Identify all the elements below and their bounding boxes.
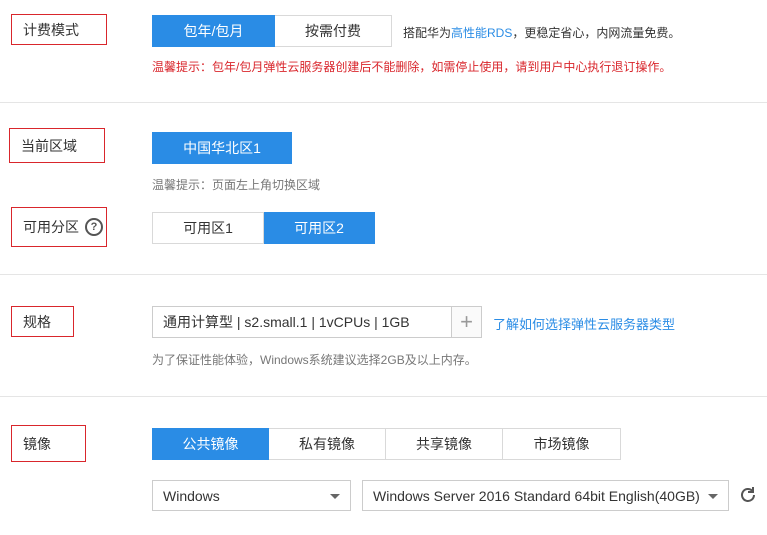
billing-note-suffix: ，更稳定省心，内网流量免费。 xyxy=(512,26,681,40)
spec-hint: 为了保证性能体验，Windows系统建议选择2GB及以上内存。 xyxy=(152,353,477,367)
zone-option-2-label: 可用区2 xyxy=(294,220,344,236)
tab-shared-image[interactable]: 共享镜像 xyxy=(386,428,503,460)
refresh-icon[interactable] xyxy=(737,484,759,506)
zone-switch: 可用区1 可用区2 xyxy=(152,212,375,244)
tab-private-image-label: 私有镜像 xyxy=(299,436,355,452)
divider-3 xyxy=(0,396,767,397)
tab-market-image[interactable]: 市场镜像 xyxy=(503,428,621,460)
billing-label: 计费模式 xyxy=(11,14,107,45)
image-label-text: 镜像 xyxy=(23,435,51,452)
tab-public-image[interactable]: 公共镜像 xyxy=(152,428,269,460)
os-select-value: Windows xyxy=(163,487,220,504)
tab-shared-image-label: 共享镜像 xyxy=(416,436,472,452)
region-switch: 中国华北区1 xyxy=(152,132,292,164)
spec-label: 规格 xyxy=(11,306,74,337)
billing-warning: 温馨提示：包年/包月弹性云服务器创建后不能删除，如需停止使用，请到用户中心执行退… xyxy=(152,60,672,74)
version-select[interactable]: Windows Server 2016 Standard 64bit Engli… xyxy=(362,480,729,511)
region-option-label: 中国华北区1 xyxy=(183,140,261,156)
zone-label-text: 可用分区 xyxy=(23,219,79,235)
zone-label: 可用分区 ? xyxy=(11,207,107,247)
plus-icon[interactable]: + xyxy=(452,306,482,338)
question-circle-icon[interactable]: ? xyxy=(85,218,103,236)
region-option[interactable]: 中国华北区1 xyxy=(152,132,292,164)
region-hint: 温馨提示：页面左上角切换区域 xyxy=(152,178,321,192)
spec-select[interactable]: 通用计算型 | s2.small.1 | 1vCPUs | 1GB xyxy=(152,306,452,338)
rds-link[interactable]: 高性能RDS xyxy=(451,26,512,40)
region-label: 当前区域 xyxy=(9,128,105,163)
billing-option-pay-per-use-label: 按需付费 xyxy=(305,23,361,39)
version-select-value: Windows Server 2016 Standard 64bit Engli… xyxy=(373,487,700,504)
zone-option-2[interactable]: 可用区2 xyxy=(264,212,375,244)
image-tabs: 公共镜像 私有镜像 共享镜像 市场镜像 xyxy=(152,428,621,460)
image-label: 镜像 xyxy=(11,425,86,462)
tab-market-image-label: 市场镜像 xyxy=(533,436,590,452)
os-select[interactable]: Windows xyxy=(152,480,351,511)
divider-2 xyxy=(0,274,767,275)
chevron-down-icon xyxy=(330,493,340,499)
billing-note: 搭配华为高性能RDS，更稳定省心，内网流量免费。 xyxy=(403,24,680,41)
region-label-text: 当前区域 xyxy=(21,137,77,154)
billing-option-prepaid[interactable]: 包年/包月 xyxy=(152,15,275,47)
spec-select-value: 通用计算型 | s2.small.1 | 1vCPUs | 1GB xyxy=(163,314,410,330)
billing-mode-switch: 包年/包月 按需付费 xyxy=(152,15,392,47)
billing-label-text: 计费模式 xyxy=(23,21,79,38)
chevron-down-icon xyxy=(708,493,718,499)
zone-option-1-label: 可用区1 xyxy=(183,220,233,236)
billing-option-pay-per-use[interactable]: 按需付费 xyxy=(275,15,392,47)
billing-option-prepaid-label: 包年/包月 xyxy=(183,23,244,39)
zone-option-1[interactable]: 可用区1 xyxy=(152,212,264,244)
spec-help-link[interactable]: 了解如何选择弹性云服务器类型 xyxy=(493,314,675,333)
tab-private-image[interactable]: 私有镜像 xyxy=(269,428,386,460)
tab-public-image-label: 公共镜像 xyxy=(182,436,239,452)
divider-1 xyxy=(0,102,767,103)
spec-label-text: 规格 xyxy=(23,313,51,330)
billing-note-prefix: 搭配华为 xyxy=(403,26,452,40)
